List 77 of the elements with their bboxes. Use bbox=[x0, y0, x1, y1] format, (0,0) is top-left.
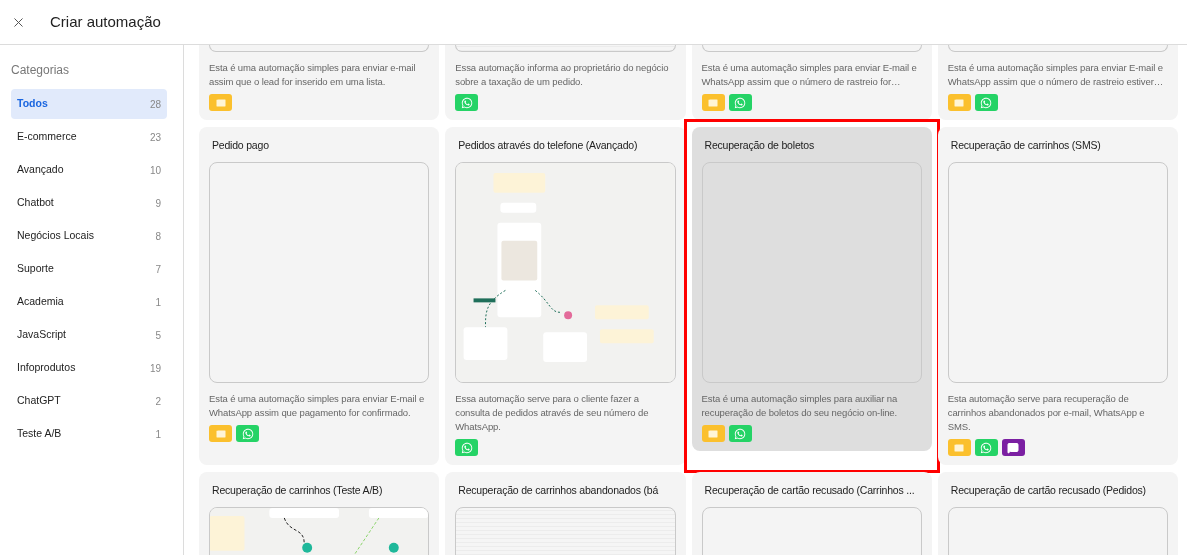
automation-card[interactable]: Pedidos através do telefone (Avançado) Essa automação serve para o cliente fazer a consulta de pedidos através de seu número de WhatsApp. bbox=[445, 127, 686, 465]
mail-icon bbox=[953, 96, 966, 109]
card-title: Recuperação de cartão recusado (Carrinhos ... bbox=[703, 483, 916, 498]
category-label: Negócios Locais bbox=[17, 228, 95, 244]
card-description: Essa automação informa ao proprietário do negócio sobre a taxação de um pedido. bbox=[455, 61, 670, 89]
category-label: Suporte bbox=[17, 261, 54, 277]
sidebar-heading: Categorias bbox=[11, 62, 71, 79]
mail-icon bbox=[214, 427, 227, 440]
category-label: JavaScript bbox=[17, 327, 67, 343]
card-title: Recuperação de boletos bbox=[703, 138, 815, 153]
automation-card[interactable]: Recuperação de carrinhos abandonados (bá bbox=[445, 472, 686, 555]
mail-icon bbox=[953, 441, 966, 454]
category-count: 5 bbox=[155, 328, 161, 343]
mail-icon bbox=[707, 96, 719, 109]
category-label: Teste A/B bbox=[17, 426, 62, 442]
card-title: Recuperação de carrinhos abandonados (bá bbox=[457, 483, 660, 498]
card-description: Essa automação serve para o cliente fazer a consulta de pedidos através de seu número de WhatsApp. bbox=[455, 392, 650, 434]
card-title: Recuperação de carrinhos (Teste A/B) bbox=[211, 483, 384, 498]
dialog-title: Criar automação bbox=[50, 11, 161, 32]
card-title: Recuperação de cartão recusado (Pedidos) bbox=[949, 483, 1147, 498]
mail-icon bbox=[214, 96, 227, 109]
category-count: 28 bbox=[149, 97, 161, 112]
card-description: Esta é uma automação simples para enviar E-mail e WhatsApp assim que o número de rastreio estiver… bbox=[947, 61, 1165, 89]
category-label: Academia bbox=[17, 294, 64, 310]
category-label: Chatbot bbox=[17, 195, 54, 211]
automation-card[interactable]: Recuperação de cartão recusado (Carrinhos ... bbox=[691, 472, 932, 555]
whatsapp-icon bbox=[734, 427, 746, 440]
chat-bubble-icon bbox=[1007, 441, 1020, 454]
mail-icon bbox=[707, 427, 719, 440]
category-item[interactable]: JavaScript 5 bbox=[11, 320, 167, 350]
category-count: 19 bbox=[149, 361, 161, 376]
category-item[interactable]: Infoprodutos 19 bbox=[11, 353, 167, 383]
category-item[interactable]: Negócios Locais 8 bbox=[11, 221, 167, 251]
card-title: Pedido pago bbox=[211, 138, 270, 153]
automation-card[interactable]: Pedido pago Esta é uma automação simples para enviar E-mail e WhatsApp assim que pagamento for confirmado. bbox=[199, 127, 440, 465]
category-count: 9 bbox=[155, 196, 161, 211]
category-item[interactable]: Todos 28 bbox=[11, 89, 167, 119]
category-item[interactable]: Teste A/B 1 bbox=[11, 419, 167, 449]
card-description: Esta é uma automação simples para enviar E-mail e WhatsApp assim que o número de rastreio for… bbox=[701, 61, 918, 89]
category-item[interactable]: Chatbot 9 bbox=[11, 188, 167, 218]
category-item[interactable]: Avançado 10 bbox=[11, 155, 167, 185]
card-description: Esta é uma automação simples para enviar E-mail e WhatsApp assim que pagamento for confirmado. bbox=[209, 392, 426, 420]
category-count: 8 bbox=[155, 229, 161, 244]
category-item[interactable]: ChatGPT 2 bbox=[11, 386, 167, 416]
automation-card[interactable]: Essa automação informa ao proprietário do negócio sobre a taxação de um pedido. bbox=[445, 45, 686, 120]
automation-card[interactable]: Esta é uma automação simples para enviar E-mail e WhatsApp assim que o número de rastreio for… bbox=[691, 45, 932, 120]
card-title: Pedidos através do telefone (Avançado) bbox=[457, 138, 639, 153]
whatsapp-icon bbox=[734, 96, 746, 109]
category-label: Todos bbox=[17, 96, 48, 112]
category-count: 23 bbox=[149, 130, 161, 145]
category-label: ChatGPT bbox=[17, 393, 61, 409]
category-item[interactable]: Academia 1 bbox=[11, 287, 167, 317]
category-count: 1 bbox=[155, 427, 161, 442]
whatsapp-icon bbox=[241, 427, 254, 440]
automation-card[interactable]: Esta é uma automação simples para enviar E-mail e WhatsApp assim que o número de rastreio estiver… bbox=[937, 45, 1178, 120]
card-description: Esta é uma automação simples para enviar e-mail assim que o lead for inserido em uma lista. bbox=[209, 61, 417, 89]
card-description: Esta é uma automação simples para auxiliar na recuperação de boletos do seu negócio on-line. bbox=[701, 392, 899, 420]
whatsapp-icon bbox=[460, 441, 473, 454]
category-count: 10 bbox=[149, 163, 161, 178]
card-description: Esta automação serve para recuperação de carrinhos abandonados por e-mail, WhatsApp e SMS. bbox=[947, 392, 1146, 434]
automation-card[interactable]: Recuperação de boletos Esta é uma automação simples para auxiliar na recuperação de boletos do seu negócio on-line. bbox=[691, 127, 932, 451]
category-label: Avançado bbox=[17, 162, 64, 178]
whatsapp-icon bbox=[460, 96, 473, 109]
automation-card[interactable]: Recuperação de cartão recusado (Pedidos) bbox=[937, 472, 1178, 555]
whatsapp-icon bbox=[980, 96, 993, 109]
whatsapp-icon bbox=[980, 441, 993, 454]
category-count: 7 bbox=[155, 262, 161, 277]
category-label: Infoprodutos bbox=[17, 360, 76, 376]
automation-card[interactable]: Recuperação de carrinhos (Teste A/B) bbox=[199, 472, 440, 555]
automation-card[interactable]: Esta é uma automação simples para enviar e-mail assim que o lead for inserido em uma lista. bbox=[199, 45, 440, 120]
category-item[interactable]: Suporte 7 bbox=[11, 254, 167, 284]
category-count: 1 bbox=[155, 295, 161, 310]
automation-card[interactable]: Recuperação de carrinhos (SMS) Esta automação serve para recuperação de carrinhos abandonados por e-mail, WhatsApp e SMS. bbox=[937, 127, 1178, 465]
category-item[interactable]: E-commerce 23 bbox=[11, 122, 167, 152]
category-count: 2 bbox=[155, 394, 161, 409]
category-label: E-commerce bbox=[17, 129, 77, 145]
card-title: Recuperação de carrinhos (SMS) bbox=[949, 138, 1102, 153]
